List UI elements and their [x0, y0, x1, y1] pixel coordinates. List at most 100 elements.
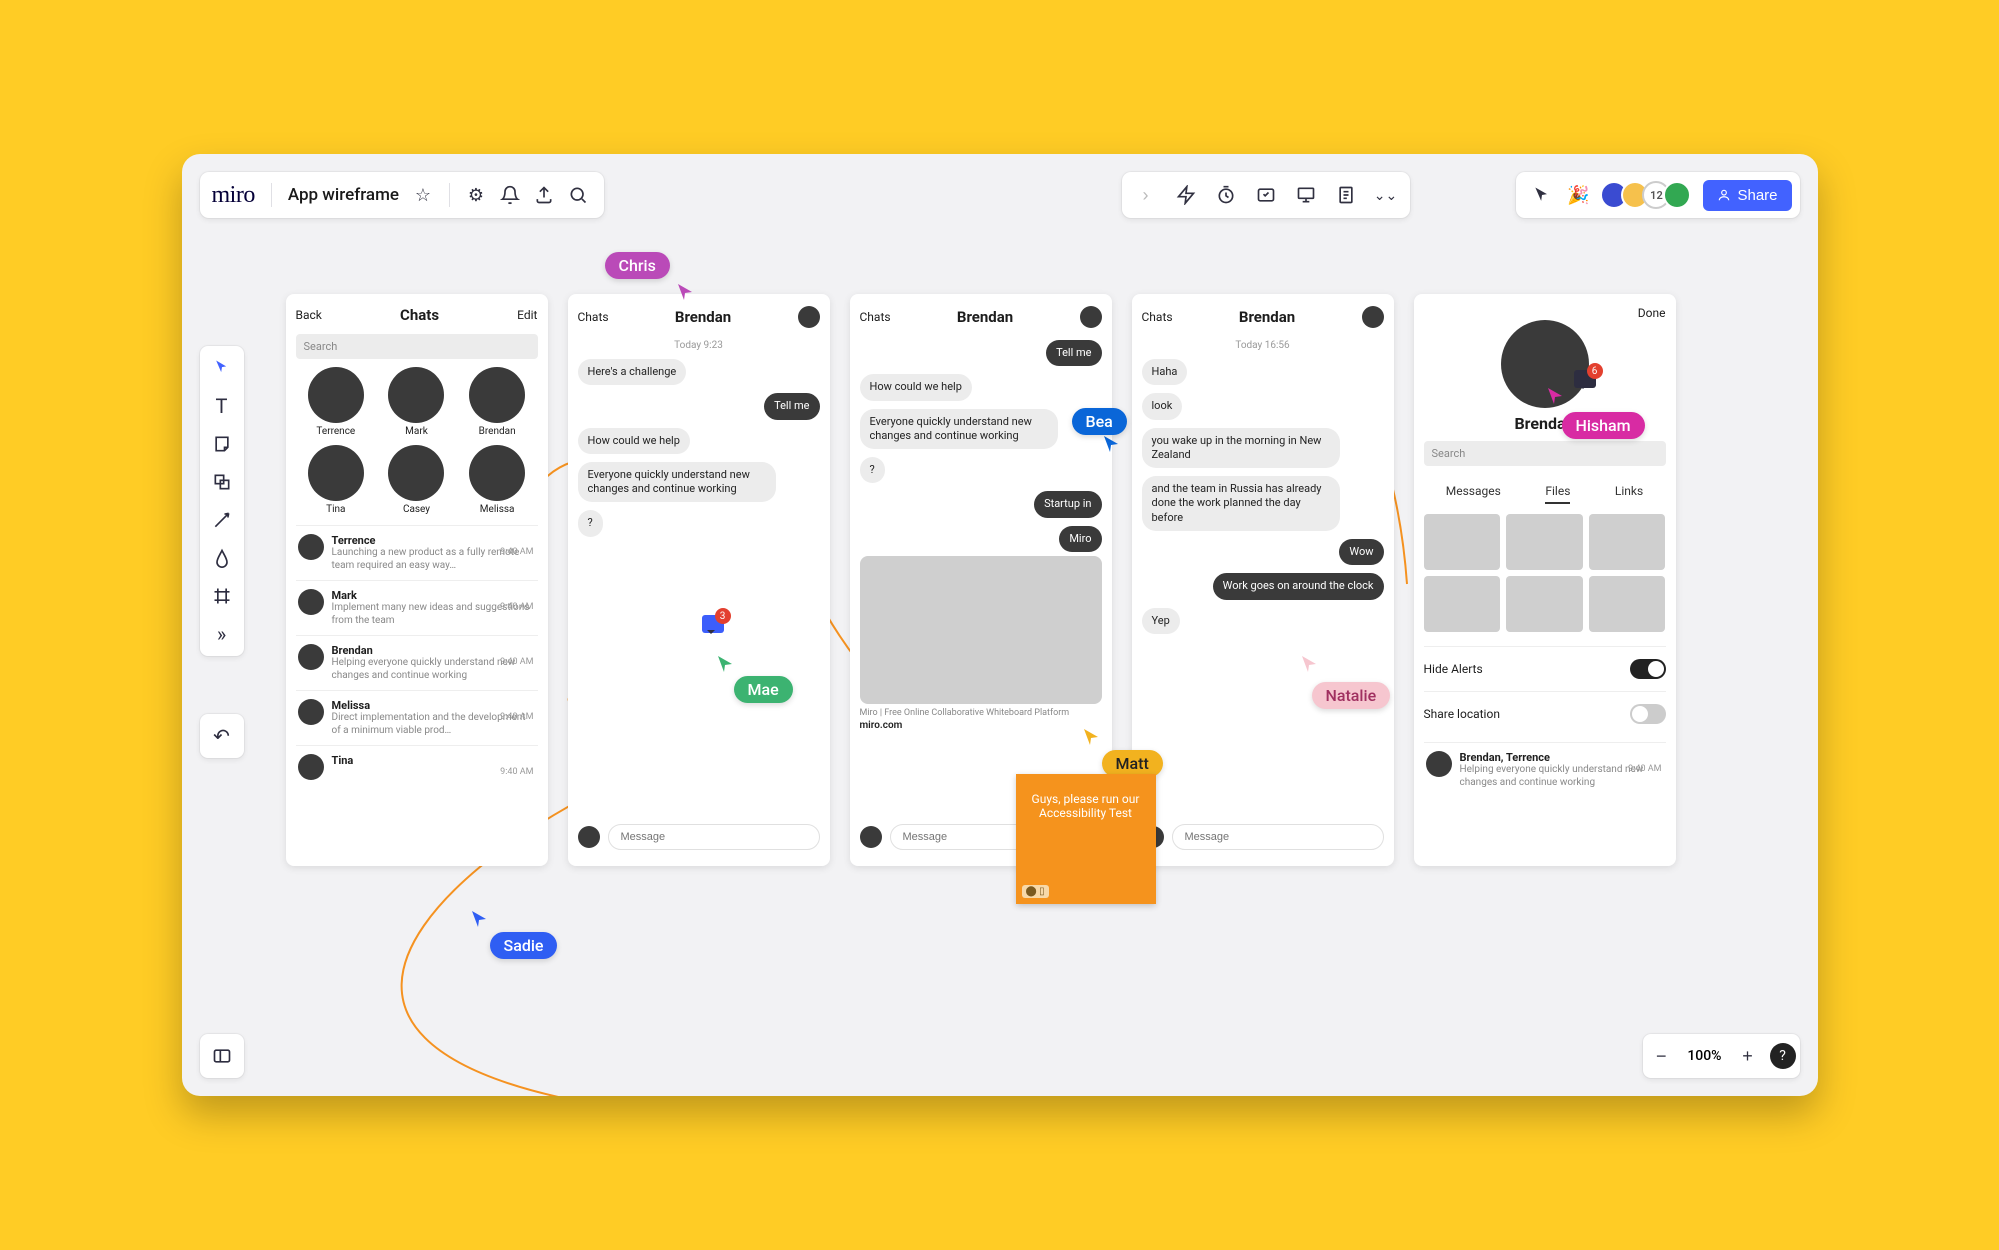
shape-tool[interactable]: [206, 466, 238, 498]
chevron-right-icon[interactable]: ›: [1132, 181, 1160, 209]
avatar[interactable]: [1663, 181, 1691, 209]
tab-links[interactable]: Links: [1615, 484, 1643, 504]
back-label[interactable]: Chats: [578, 310, 609, 324]
wireframe-chats-list[interactable]: Back Chats Edit Search Terrence Mark Bre…: [286, 294, 548, 866]
tab-messages[interactable]: Messages: [1446, 484, 1501, 504]
avatar: [860, 826, 882, 848]
contact-name: Casey: [403, 504, 430, 515]
search-input[interactable]: Search: [296, 334, 538, 359]
miro-app-window: Back Chats Edit Search Terrence Mark Bre…: [182, 154, 1818, 1096]
link-preview-card[interactable]: [860, 556, 1102, 704]
list-item[interactable]: Terrence9:40 AMLaunching a new product a…: [296, 525, 538, 580]
bell-icon[interactable]: [496, 181, 524, 209]
more-icon[interactable]: ⌄⌄: [1372, 181, 1400, 209]
panel-toggle[interactable]: [200, 1034, 244, 1078]
cursor-icon: [1102, 434, 1122, 454]
link-title: Miro | Free Online Collaborative Whitebo…: [860, 708, 1102, 718]
list-item[interactable]: Tina9:40 AM: [296, 745, 538, 788]
export-icon[interactable]: [530, 181, 558, 209]
zoom-in-button[interactable]: +: [1734, 1042, 1762, 1070]
zoom-out-button[interactable]: −: [1647, 1042, 1675, 1070]
message-bubble: Miro: [1059, 526, 1101, 552]
wireframe-thread-3[interactable]: ChatsBrendan Today 16:56 Haha look you w…: [1132, 294, 1394, 866]
media-item[interactable]: [1424, 514, 1501, 570]
more-tools[interactable]: »: [206, 618, 238, 650]
tab-files[interactable]: Files: [1545, 484, 1570, 504]
chat-icon[interactable]: 6: [1574, 370, 1596, 388]
help-button[interactable]: ?: [1770, 1043, 1796, 1069]
done-label[interactable]: Done: [1424, 306, 1666, 320]
search-input[interactable]: Search: [1424, 441, 1666, 466]
cursor-icon: [1082, 727, 1102, 747]
notes-icon[interactable]: [1332, 181, 1360, 209]
message-bubble: ?: [860, 457, 885, 483]
wireframe-thread-1[interactable]: ChatsBrendan Today 9:23 Here's a challen…: [568, 294, 830, 866]
comment-icon[interactable]: 3: [702, 615, 724, 633]
contact[interactable]: Mark: [388, 367, 444, 437]
compose-bar: [578, 820, 820, 854]
undo-button[interactable]: ↶: [200, 714, 244, 758]
edit-label[interactable]: Edit: [517, 308, 537, 322]
select-tool[interactable]: [206, 352, 238, 384]
toggle-hide-alerts[interactable]: [1630, 659, 1666, 679]
share-button[interactable]: Share: [1703, 180, 1791, 211]
person-icon: [1717, 188, 1731, 202]
text-tool[interactable]: T: [206, 390, 238, 422]
reactions-icon[interactable]: 🎉: [1564, 181, 1592, 209]
media-item[interactable]: [1589, 576, 1666, 632]
contact[interactable]: Terrence: [308, 367, 364, 437]
toolbar-actions: › ⌄⌄: [1122, 172, 1410, 218]
sticky-note[interactable]: Guys, please run our Accessibility Test …: [1016, 774, 1156, 904]
contact[interactable]: Melissa: [469, 445, 525, 515]
message-bubble: Everyone quickly understand new changes …: [860, 409, 1058, 450]
avatar: [1362, 306, 1384, 328]
search-icon[interactable]: [564, 181, 592, 209]
zoom-level[interactable]: 100%: [1679, 1048, 1729, 1064]
collaborator-avatars[interactable]: 12: [1600, 181, 1691, 209]
media-item[interactable]: [1424, 576, 1501, 632]
badge-count: 6: [1587, 363, 1603, 379]
message-bubble: you wake up in the morning in New Zealan…: [1142, 428, 1340, 469]
timer-icon[interactable]: [1212, 181, 1240, 209]
canvas[interactable]: Back Chats Edit Search Terrence Mark Bre…: [182, 154, 1818, 1096]
list-item[interactable]: Brendan9:40 AMHelping everyone quickly u…: [296, 635, 538, 690]
frame-title: Brendan: [675, 308, 731, 326]
media-item[interactable]: [1506, 576, 1583, 632]
sticky-tag: ⬤ ▯: [1022, 885, 1049, 898]
cursor-follow-icon[interactable]: [1528, 181, 1556, 209]
back-label[interactable]: Back: [296, 308, 322, 322]
pen-tool[interactable]: [206, 542, 238, 574]
toolbar-side: T »: [200, 346, 244, 656]
line-tool[interactable]: [206, 504, 238, 536]
wireframe-profile[interactable]: Done 6 Brendan Search Messages Files Lin…: [1414, 294, 1676, 866]
media-item[interactable]: [1589, 514, 1666, 570]
contact[interactable]: Brendan: [469, 367, 525, 437]
back-label[interactable]: Chats: [860, 310, 891, 324]
toolbar-board: miro App wireframe ☆ ⚙: [200, 172, 604, 218]
zoom-controls: − 100% + ?: [1643, 1034, 1799, 1078]
compose-input[interactable]: [1172, 824, 1384, 850]
miro-logo[interactable]: miro: [212, 182, 255, 209]
toggle-share-location[interactable]: [1630, 704, 1666, 724]
message-bubble: How could we help: [578, 428, 690, 454]
settings-icon[interactable]: ⚙: [462, 181, 490, 209]
list-item[interactable]: Mark9:40 AMImplement many new ideas and …: [296, 580, 538, 635]
board-title[interactable]: App wireframe: [288, 185, 399, 205]
back-label[interactable]: Chats: [1142, 310, 1173, 324]
star-icon[interactable]: ☆: [409, 181, 437, 209]
presentation-icon[interactable]: [1292, 181, 1320, 209]
contact[interactable]: Tina: [308, 445, 364, 515]
share-label: Share: [1737, 187, 1777, 204]
list-item[interactable]: Melissa9:40 AMDirect implementation and …: [296, 690, 538, 745]
avatar: [798, 306, 820, 328]
sticky-tool[interactable]: [206, 428, 238, 460]
contact[interactable]: Casey: [388, 445, 444, 515]
cursor-matt: Matt: [1102, 750, 1163, 777]
profile-avatar: [1501, 320, 1589, 408]
frame-tool[interactable]: [206, 580, 238, 612]
media-item[interactable]: [1506, 514, 1583, 570]
compose-input[interactable]: [608, 824, 820, 850]
embed-icon[interactable]: [1252, 181, 1280, 209]
message-bubble: and the team in Russia has already done …: [1142, 476, 1340, 531]
bolt-icon[interactable]: [1172, 181, 1200, 209]
